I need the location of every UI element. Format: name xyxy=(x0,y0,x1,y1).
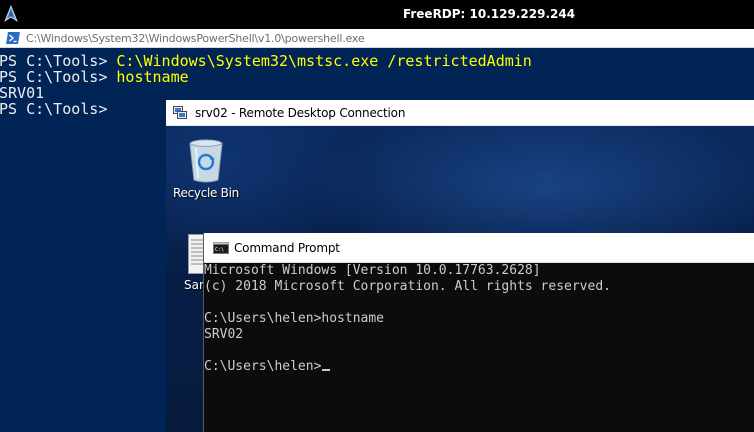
powershell-command: hostname xyxy=(116,68,189,86)
cmd-prompt-line: C:\Users\helen> xyxy=(204,359,331,375)
cmd-output-line: SRV02 xyxy=(204,327,244,342)
command-prompt-window[interactable]: C:\ Command Prompt Microsoft Windows [Ve… xyxy=(203,233,754,432)
freerdp-title-text: FreeRDP: 10.129.229.244 xyxy=(402,7,576,21)
recycle-bin-shortcut[interactable]: Recycle Bin xyxy=(170,136,242,206)
command-prompt-window-title: Command Prompt xyxy=(234,241,340,255)
powershell-line: PS C:\Tools> C:\Windows\System32\mstsc.e… xyxy=(0,53,532,69)
powershell-line: PS C:\Tools> hostname xyxy=(0,69,189,85)
remote-desktop-title-bar[interactable]: srv02 - Remote Desktop Connection xyxy=(166,100,754,126)
remote-desktop-window-title: srv02 - Remote Desktop Connection xyxy=(195,106,406,120)
recycle-bin-label: Recycle Bin xyxy=(173,186,239,200)
svg-text:C:\: C:\ xyxy=(215,247,224,253)
cmd-output-line: (c) 2018 Microsoft Corporation. All righ… xyxy=(204,279,611,294)
cmd-prompt: C:\Users\helen> xyxy=(204,359,322,374)
command-prompt-title-bar[interactable]: C:\ Command Prompt xyxy=(204,233,754,263)
freerdp-title-bar: FreeRDP: 10.129.229.244 xyxy=(0,0,754,29)
powershell-window-title: C:\Windows\System32\WindowsPowerShell\v1… xyxy=(26,32,365,45)
powershell-title-bar[interactable]: C:\Windows\System32\WindowsPowerShell\v1… xyxy=(0,29,754,48)
command-prompt-icon: C:\ xyxy=(213,242,229,254)
powershell-line: PS C:\Tools> xyxy=(0,101,116,117)
powershell-icon xyxy=(6,32,20,44)
powershell-prompt: PS C:\Tools> xyxy=(0,100,117,118)
remote-desktop-icon xyxy=(173,106,187,119)
cmd-output-line: C:\Users\helen>hostname xyxy=(204,311,385,326)
text-cursor xyxy=(322,369,331,371)
powershell-output: SRV01 xyxy=(0,84,45,102)
cmd-output-line: Microsoft Windows [Version 10.0.17763.26… xyxy=(204,263,541,278)
recycle-bin-icon xyxy=(189,139,223,183)
command-prompt-console[interactable]: Microsoft Windows [Version 10.0.17763.26… xyxy=(204,263,754,432)
